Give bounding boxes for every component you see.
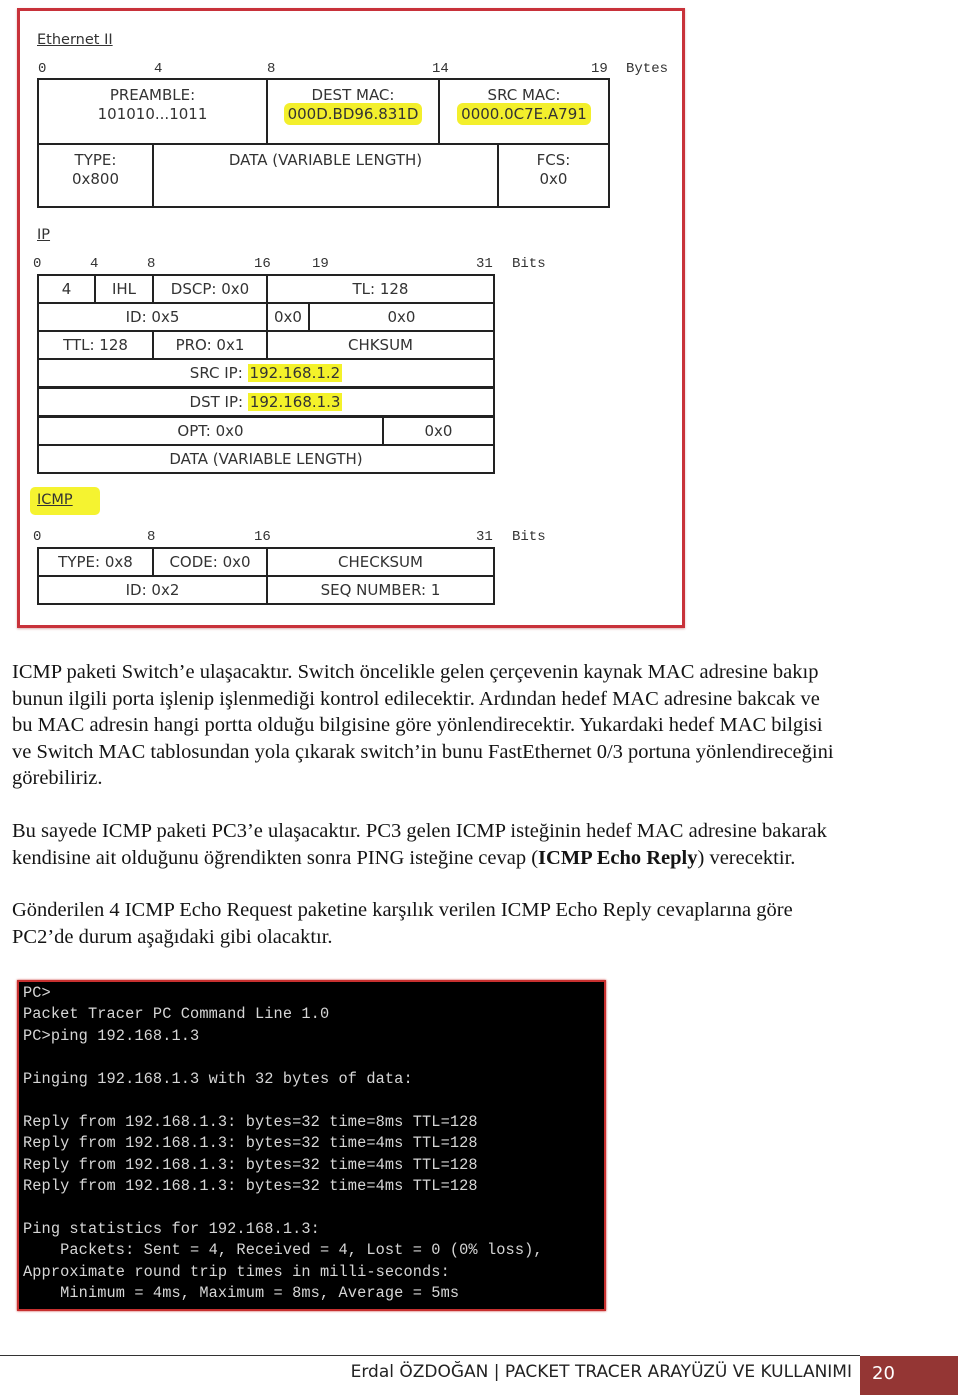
terminal-line: PC>ping 192.168.1.3 (23, 1027, 200, 1045)
src-ip-label: SRC IP: (189, 364, 243, 382)
ip-padding-field: 0x0 (382, 416, 495, 446)
ethernet-ruler-0: 0 (38, 61, 47, 77)
terminal-line: Approximate round trip times in milli-se… (23, 1263, 450, 1281)
text-span: ) verecektir. (697, 846, 796, 869)
ethernet-data-label: DATA (VARIABLE LENGTH) (228, 151, 423, 169)
ip-ruler-unit: Bits (512, 256, 546, 272)
ip-total-length-field: TL: 128 (266, 274, 495, 304)
text-span: kendisine ait olduğunu öğrendikten sonra… (12, 846, 539, 869)
terminal-line: Reply from 192.168.1.3: bytes=32 time=4m… (23, 1177, 478, 1195)
icmp-section-title: ICMP (37, 492, 73, 508)
src-mac-label: SRC MAC: (487, 86, 561, 104)
type-label: TYPE: (74, 151, 117, 169)
terminal-line: Packet Tracer PC Command Line 1.0 (23, 1005, 330, 1023)
terminal-line: Reply from 192.168.1.3: bytes=32 time=8m… (23, 1113, 478, 1131)
text-line: Gönderilen 4 ICMP Echo Request paketine … (12, 899, 793, 921)
fcs-value: 0x0 (539, 169, 568, 188)
ethernet-ruler-4: 4 (154, 61, 163, 77)
footer-title: Erdal ÖZDOĞAN | PACKET TRACER ARAYÜZÜ VE… (350, 1362, 852, 1382)
text-line: bunun ilgili porta işlenip işlenmediği k… (12, 687, 820, 710)
ip-ttl-field: TTL: 128 (37, 330, 154, 360)
ethernet-preamble-field: PREAMBLE: 101010...1011 (37, 78, 268, 145)
ip-ruler-0: 0 (33, 256, 42, 272)
footer-divider (0, 1355, 860, 1356)
ip-checksum-field: CHKSUM (266, 330, 495, 360)
text-line: PC2’de durum aşağıdaki gibi olacaktır. (12, 925, 333, 948)
ethernet-dest-mac-field: DEST MAC: 000D.BD96.831D (266, 78, 440, 145)
ip-ihl-field: IHL (94, 274, 154, 304)
ip-version-field: 4 (37, 274, 96, 304)
command-prompt-screenshot: PC> Packet Tracer PC Command Line 1.0 PC… (17, 980, 606, 1311)
page-number-badge: 20 (860, 1356, 958, 1395)
text-line: kendisine ait olduğunu öğrendikten sonra… (12, 845, 942, 872)
icmp-checksum-field: CHECKSUM (266, 547, 495, 577)
src-mac-value: 0000.0C7E.A791 (457, 102, 591, 125)
terminal-line: Pinging 192.168.1.3 with 32 bytes of dat… (23, 1070, 413, 1088)
ip-flags-field: 0x0 (266, 302, 310, 332)
text-line: Bu sayede ICMP paketi PC3’e ulaşacaktır.… (12, 820, 827, 842)
ip-id-field: ID: 0x5 (37, 302, 268, 332)
icmp-id-field: ID: 0x2 (37, 575, 268, 605)
ip-dscp-field: DSCP: 0x0 (152, 274, 268, 304)
ip-src-ip-field: SRC IP: 192.168.1.2 (37, 358, 495, 388)
terminal-line: PC> (23, 984, 51, 1002)
terminal-line: Reply from 192.168.1.3: bytes=32 time=4m… (23, 1156, 478, 1174)
paragraph-pc2-status: Gönderilen 4 ICMP Echo Request paketine … (12, 897, 942, 950)
text-line: bu MAC adresin hangi portta olduğu bilgi… (12, 714, 823, 736)
paragraph-switch-forwarding: ICMP paketi Switch’e ulaşacaktır. Switch… (12, 659, 942, 792)
icmp-ruler-8: 8 (147, 529, 156, 545)
ip-dst-ip-field: DST IP: 192.168.1.3 (37, 387, 495, 417)
ip-fragment-offset-field: 0x0 (308, 302, 495, 332)
ip-ruler-4: 4 (90, 256, 99, 272)
dst-ip-value: 192.168.1.3 (247, 393, 343, 411)
ethernet-data-field: DATA (VARIABLE LENGTH) (152, 143, 499, 208)
terminal-line: Minimum = 4ms, Maximum = 8ms, Average = … (23, 1284, 460, 1302)
ethernet-fcs-field: FCS: 0x0 (497, 143, 610, 208)
ip-protocol-field: PRO: 0x1 (152, 330, 268, 360)
dst-ip-label: DST IP: (189, 393, 244, 411)
fcs-label: FCS: (536, 151, 571, 169)
ip-ruler-31: 31 (476, 256, 493, 272)
icmp-type-field: TYPE: 0x8 (37, 547, 154, 577)
icmp-code-field: CODE: 0x0 (152, 547, 268, 577)
ip-ruler-19: 19 (312, 256, 329, 272)
terminal-line: Ping statistics for 192.168.1.3: (23, 1220, 320, 1238)
preamble-label: PREAMBLE: (109, 86, 196, 104)
paragraph-echo-reply: Bu sayede ICMP paketi PC3’e ulaşacaktır.… (12, 818, 942, 871)
text-line: görebiliriz. (12, 767, 103, 789)
preamble-value: 101010...1011 (97, 104, 208, 123)
ethernet-section-title: Ethernet II (37, 32, 113, 48)
text-line: ICMP paketi Switch’e ulaşacaktır. Switch… (12, 661, 819, 683)
icmp-ruler-31: 31 (476, 529, 493, 545)
ethernet-ruler-8: 8 (267, 61, 276, 77)
ethernet-ruler-19: 19 (591, 61, 608, 77)
icmp-ruler-16: 16 (254, 529, 271, 545)
terminal-line: Reply from 192.168.1.3: bytes=32 time=4m… (23, 1134, 478, 1152)
ethernet-ruler-unit: Bytes (626, 61, 669, 77)
type-value: 0x800 (71, 169, 120, 188)
icmp-ruler-0: 0 (33, 529, 42, 545)
ip-options-field: OPT: 0x0 (37, 416, 384, 446)
ip-ruler-8: 8 (147, 256, 156, 272)
ethernet-type-field: TYPE: 0x800 (37, 143, 154, 208)
ip-data-field: DATA (VARIABLE LENGTH) (37, 444, 495, 474)
dest-mac-value: 000D.BD96.831D (283, 102, 423, 125)
src-ip-value: 192.168.1.2 (247, 364, 343, 382)
ethernet-src-mac-field: SRC MAC: 0000.0C7E.A791 (438, 78, 610, 145)
ethernet-ruler-14: 14 (432, 61, 449, 77)
page-number: 20 (872, 1363, 895, 1384)
dest-mac-label: DEST MAC: (311, 86, 395, 104)
icmp-ruler-unit: Bits (512, 529, 546, 545)
ip-section-title: IP (37, 227, 51, 243)
icmp-seq-field: SEQ NUMBER: 1 (266, 575, 495, 605)
ip-ruler-16: 16 (254, 256, 271, 272)
echo-reply-bold: ICMP Echo Reply (538, 846, 698, 869)
terminal-line: Packets: Sent = 4, Received = 4, Lost = … (23, 1241, 543, 1259)
text-line: ve Switch MAC tablosundan yola çıkarak s… (12, 740, 834, 763)
